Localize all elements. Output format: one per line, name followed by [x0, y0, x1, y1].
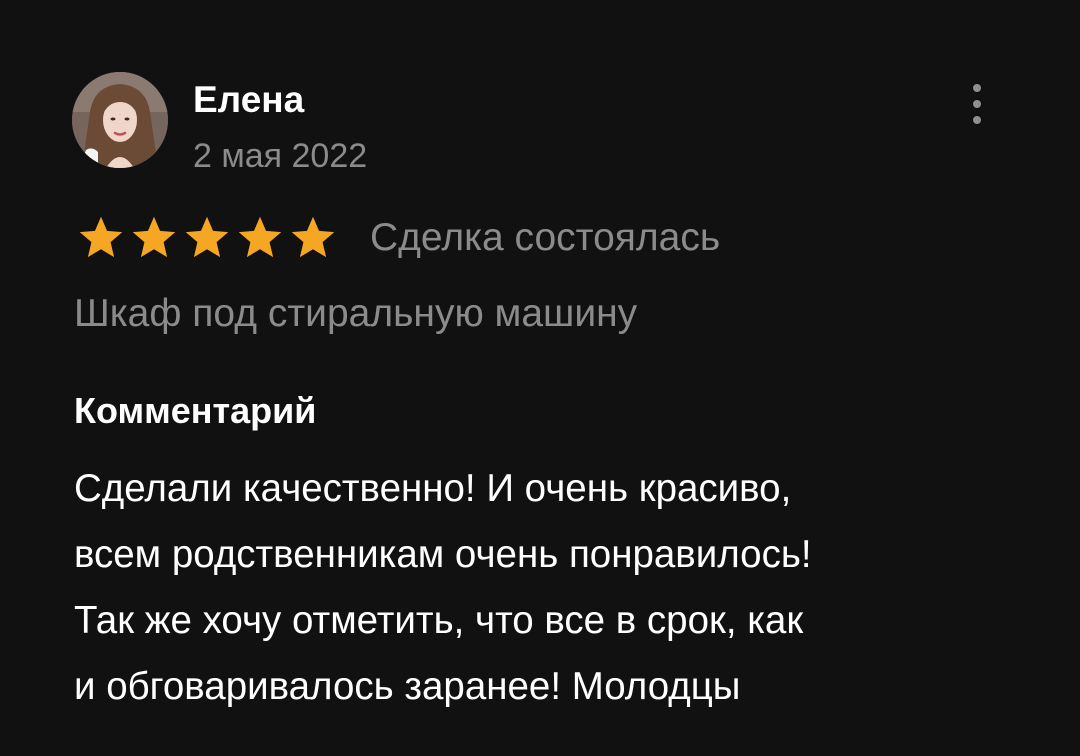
star-icon [185, 216, 229, 258]
review-header: Елена 2 мая 2022 [72, 72, 1008, 175]
more-options-button[interactable] [962, 82, 992, 126]
deal-status: Сделка состоялась [370, 216, 721, 259]
comment-line: всем родственникам очень понравилось! [74, 533, 812, 576]
review-date: 2 мая 2022 [193, 137, 368, 175]
star-rating [76, 213, 341, 263]
comment-heading: Комментарий [74, 390, 317, 431]
rating-row: Сделка состоялась [76, 210, 720, 266]
more-vertical-icon [973, 84, 981, 92]
avatar-photo-icon [72, 72, 168, 168]
review-card: Елена 2 мая 2022 Сделка состоялась Шкаф … [0, 0, 1080, 756]
comment-line: Сделали качественно! И очень красиво, [74, 467, 792, 510]
item-title[interactable]: Шкаф под стиральную машину [74, 290, 637, 338]
more-vertical-icon-dot [973, 100, 981, 108]
comment-line: Так же хочу отметить, что все в срок, ка… [74, 599, 804, 642]
author-name[interactable]: Елена [193, 78, 304, 122]
comment-text: Сделали качественно! И очень красиво, все… [74, 456, 1004, 720]
comment-line: и обговаривалось заранее! Молодцы [74, 665, 741, 708]
more-vertical-icon-dot [973, 116, 981, 124]
star-icon [291, 216, 335, 258]
star-icon [132, 216, 176, 258]
user-avatar[interactable] [72, 72, 168, 168]
star-icon [238, 216, 282, 258]
star-icon [79, 216, 123, 258]
